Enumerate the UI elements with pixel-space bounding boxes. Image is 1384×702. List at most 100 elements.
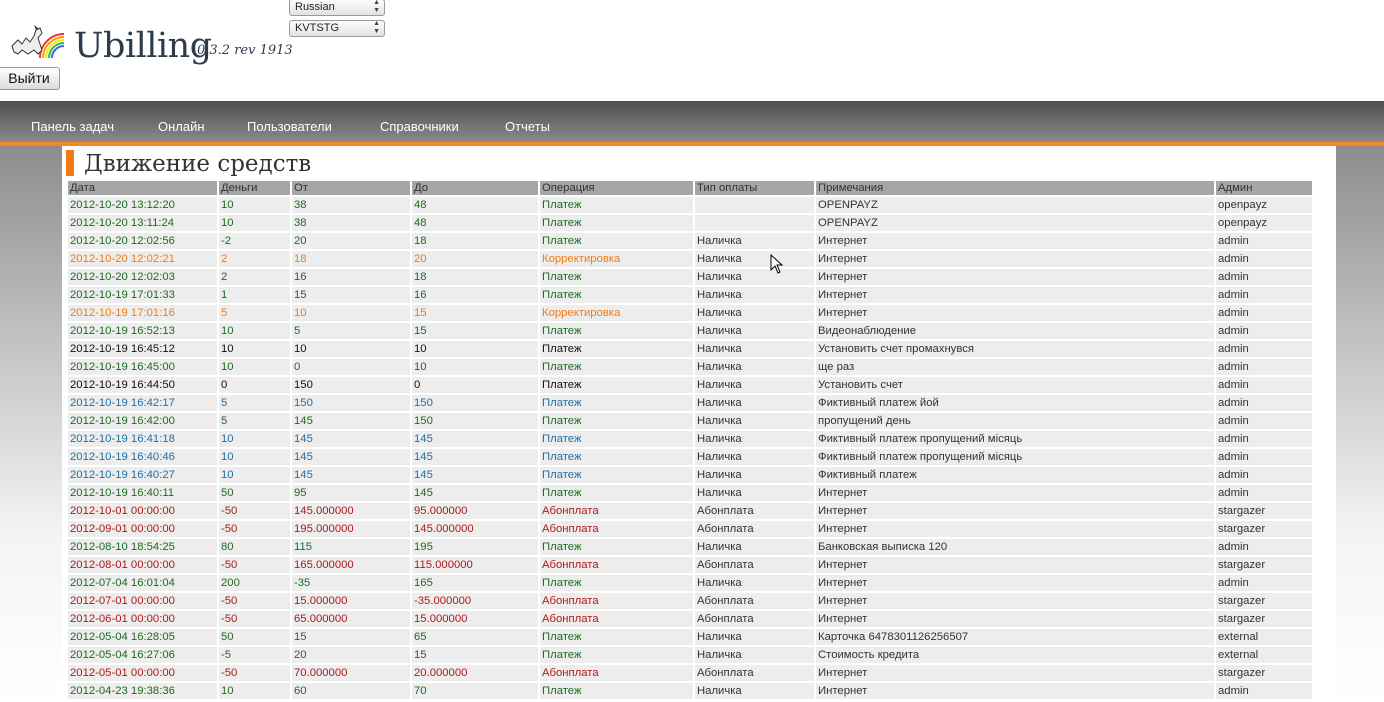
table-row: 2012-10-19 17:01:33 1 15 16 Платеж Наличка Инт… <box>68 287 1312 303</box>
cell-notes: Интернет <box>816 305 1214 321</box>
cell-notes: Фиктивный платеж пропущений місяць <box>816 449 1214 465</box>
cell-to: 165 <box>412 575 538 591</box>
column-header-from[interactable]: От <box>292 181 410 195</box>
cell-from: 65.000000 <box>292 611 410 627</box>
cell-operation: Платеж <box>540 269 693 285</box>
cell-money: 10 <box>219 467 290 483</box>
cell-from: 20 <box>292 647 410 663</box>
cell-operation: Платеж <box>540 449 693 465</box>
cell-money: 10 <box>219 197 290 213</box>
cell-to: 145 <box>412 485 538 501</box>
column-header-payment-type[interactable]: Тип оплаты <box>695 181 814 195</box>
cell-money: 2 <box>219 269 290 285</box>
skin-select[interactable]: KVTSTG ▲ ▼ <box>289 20 385 37</box>
cell-admin: admin <box>1216 485 1312 501</box>
cell-notes: Интернет <box>816 665 1214 681</box>
cell-operation: Платеж <box>540 683 693 699</box>
cell-admin: stargazer <box>1216 503 1312 519</box>
cell-admin: stargazer <box>1216 521 1312 537</box>
cell-from: 15.000000 <box>292 593 410 609</box>
cell-to: 15.000000 <box>412 611 538 627</box>
table-row: 2012-04-23 19:38:36 10 60 70 Платеж Наличка Ин… <box>68 683 1312 699</box>
nav-item-reports[interactable]: Отчеты <box>505 119 550 134</box>
cell-date: 2012-10-19 16:45:00 <box>68 359 217 375</box>
cell-notes: Фиктивный платеж йой <box>816 395 1214 411</box>
cell-notes: Интернет <box>816 683 1214 699</box>
nav-item-directories[interactable]: Справочники <box>380 119 459 134</box>
nav-item-online[interactable]: Онлайн <box>158 119 205 134</box>
cell-notes: OPENPAYZ <box>816 197 1214 213</box>
cell-to: 145 <box>412 449 538 465</box>
cell-from: 70.000000 <box>292 665 410 681</box>
column-header-date[interactable]: Дата <box>68 181 217 195</box>
cell-notes: Установить счет промахнувся <box>816 341 1214 357</box>
cell-money: -50 <box>219 503 290 519</box>
cell-admin: admin <box>1216 431 1312 447</box>
cell-from: 16 <box>292 269 410 285</box>
column-header-operation[interactable]: Операция <box>540 181 693 195</box>
cell-money: 10 <box>219 683 290 699</box>
cell-payment-type: Наличка <box>695 647 814 663</box>
cell-to: 48 <box>412 215 538 231</box>
cell-admin: admin <box>1216 377 1312 393</box>
cell-payment-type: Наличка <box>695 233 814 249</box>
cell-admin: admin <box>1216 575 1312 591</box>
cell-operation: Платеж <box>540 341 693 357</box>
cell-date: 2012-04-23 19:38:36 <box>68 683 217 699</box>
cell-date: 2012-10-20 12:02:03 <box>68 269 217 285</box>
language-select[interactable]: Russian ▲ ▼ <box>289 0 385 16</box>
cell-notes: OPENPAYZ <box>816 215 1214 231</box>
nav-item-dashboard[interactable]: Панель задач <box>31 119 114 134</box>
cell-date: 2012-08-01 00:00:00 <box>68 557 217 573</box>
cell-date: 2012-10-19 16:42:00 <box>68 413 217 429</box>
cell-to: 145 <box>412 431 538 447</box>
cell-date: 2012-07-04 16:01:04 <box>68 575 217 591</box>
table-row: 2012-10-19 16:40:46 10 145 145 Платеж Наличка… <box>68 449 1312 465</box>
cell-admin: openpayz <box>1216 197 1312 213</box>
cell-date: 2012-10-01 00:00:00 <box>68 503 217 519</box>
cell-money: 5 <box>219 413 290 429</box>
cell-from: 145 <box>292 467 410 483</box>
cell-from: 15 <box>292 629 410 645</box>
cell-to: 65 <box>412 629 538 645</box>
cell-money: 5 <box>219 395 290 411</box>
cell-admin: admin <box>1216 539 1312 555</box>
cell-from: 5 <box>292 323 410 339</box>
table-row: 2012-10-19 16:41:18 10 145 145 Платеж Наличка… <box>68 431 1312 447</box>
cell-payment-type: Абонплата <box>695 503 814 519</box>
cell-from: 18 <box>292 251 410 267</box>
table-row: 2012-05-04 16:28:05 50 15 65 Платеж Наличка Ка… <box>68 629 1312 645</box>
cell-payment-type: Наличка <box>695 341 814 357</box>
cell-operation: Платеж <box>540 233 693 249</box>
column-header-money[interactable]: Деньги <box>219 181 290 195</box>
cell-payment-type: Абонплата <box>695 593 814 609</box>
cell-admin: stargazer <box>1216 611 1312 627</box>
cell-from: 195.000000 <box>292 521 410 537</box>
cell-operation: Платеж <box>540 575 693 591</box>
cell-notes: Установить счет <box>816 377 1214 393</box>
cell-money: 80 <box>219 539 290 555</box>
cell-to: 10 <box>412 359 538 375</box>
select-arrows-icon: ▲ ▼ <box>373 0 380 14</box>
cell-date: 2012-10-19 16:40:46 <box>68 449 217 465</box>
cell-payment-type: Наличка <box>695 539 814 555</box>
cell-from: 145 <box>292 431 410 447</box>
cell-admin: stargazer <box>1216 593 1312 609</box>
cell-payment-type: Наличка <box>695 305 814 321</box>
cell-admin: stargazer <box>1216 557 1312 573</box>
cell-to: 15 <box>412 305 538 321</box>
cell-operation: Платеж <box>540 539 693 555</box>
cell-to: 145.000000 <box>412 521 538 537</box>
cell-notes: Карточка 6478301126256507 <box>816 629 1214 645</box>
cell-payment-type: Наличка <box>695 323 814 339</box>
column-header-to[interactable]: До <box>412 181 538 195</box>
cell-admin: admin <box>1216 467 1312 483</box>
column-header-notes[interactable]: Примечания <box>816 181 1214 195</box>
cell-to: -35.000000 <box>412 593 538 609</box>
logout-button[interactable]: Выйти <box>0 67 60 90</box>
nav-item-users[interactable]: Пользователи <box>247 119 332 134</box>
main-nav <box>0 101 1384 142</box>
cell-date: 2012-10-19 16:40:11 <box>68 485 217 501</box>
cell-operation: Платеж <box>540 431 693 447</box>
column-header-admin[interactable]: Админ <box>1216 181 1312 195</box>
